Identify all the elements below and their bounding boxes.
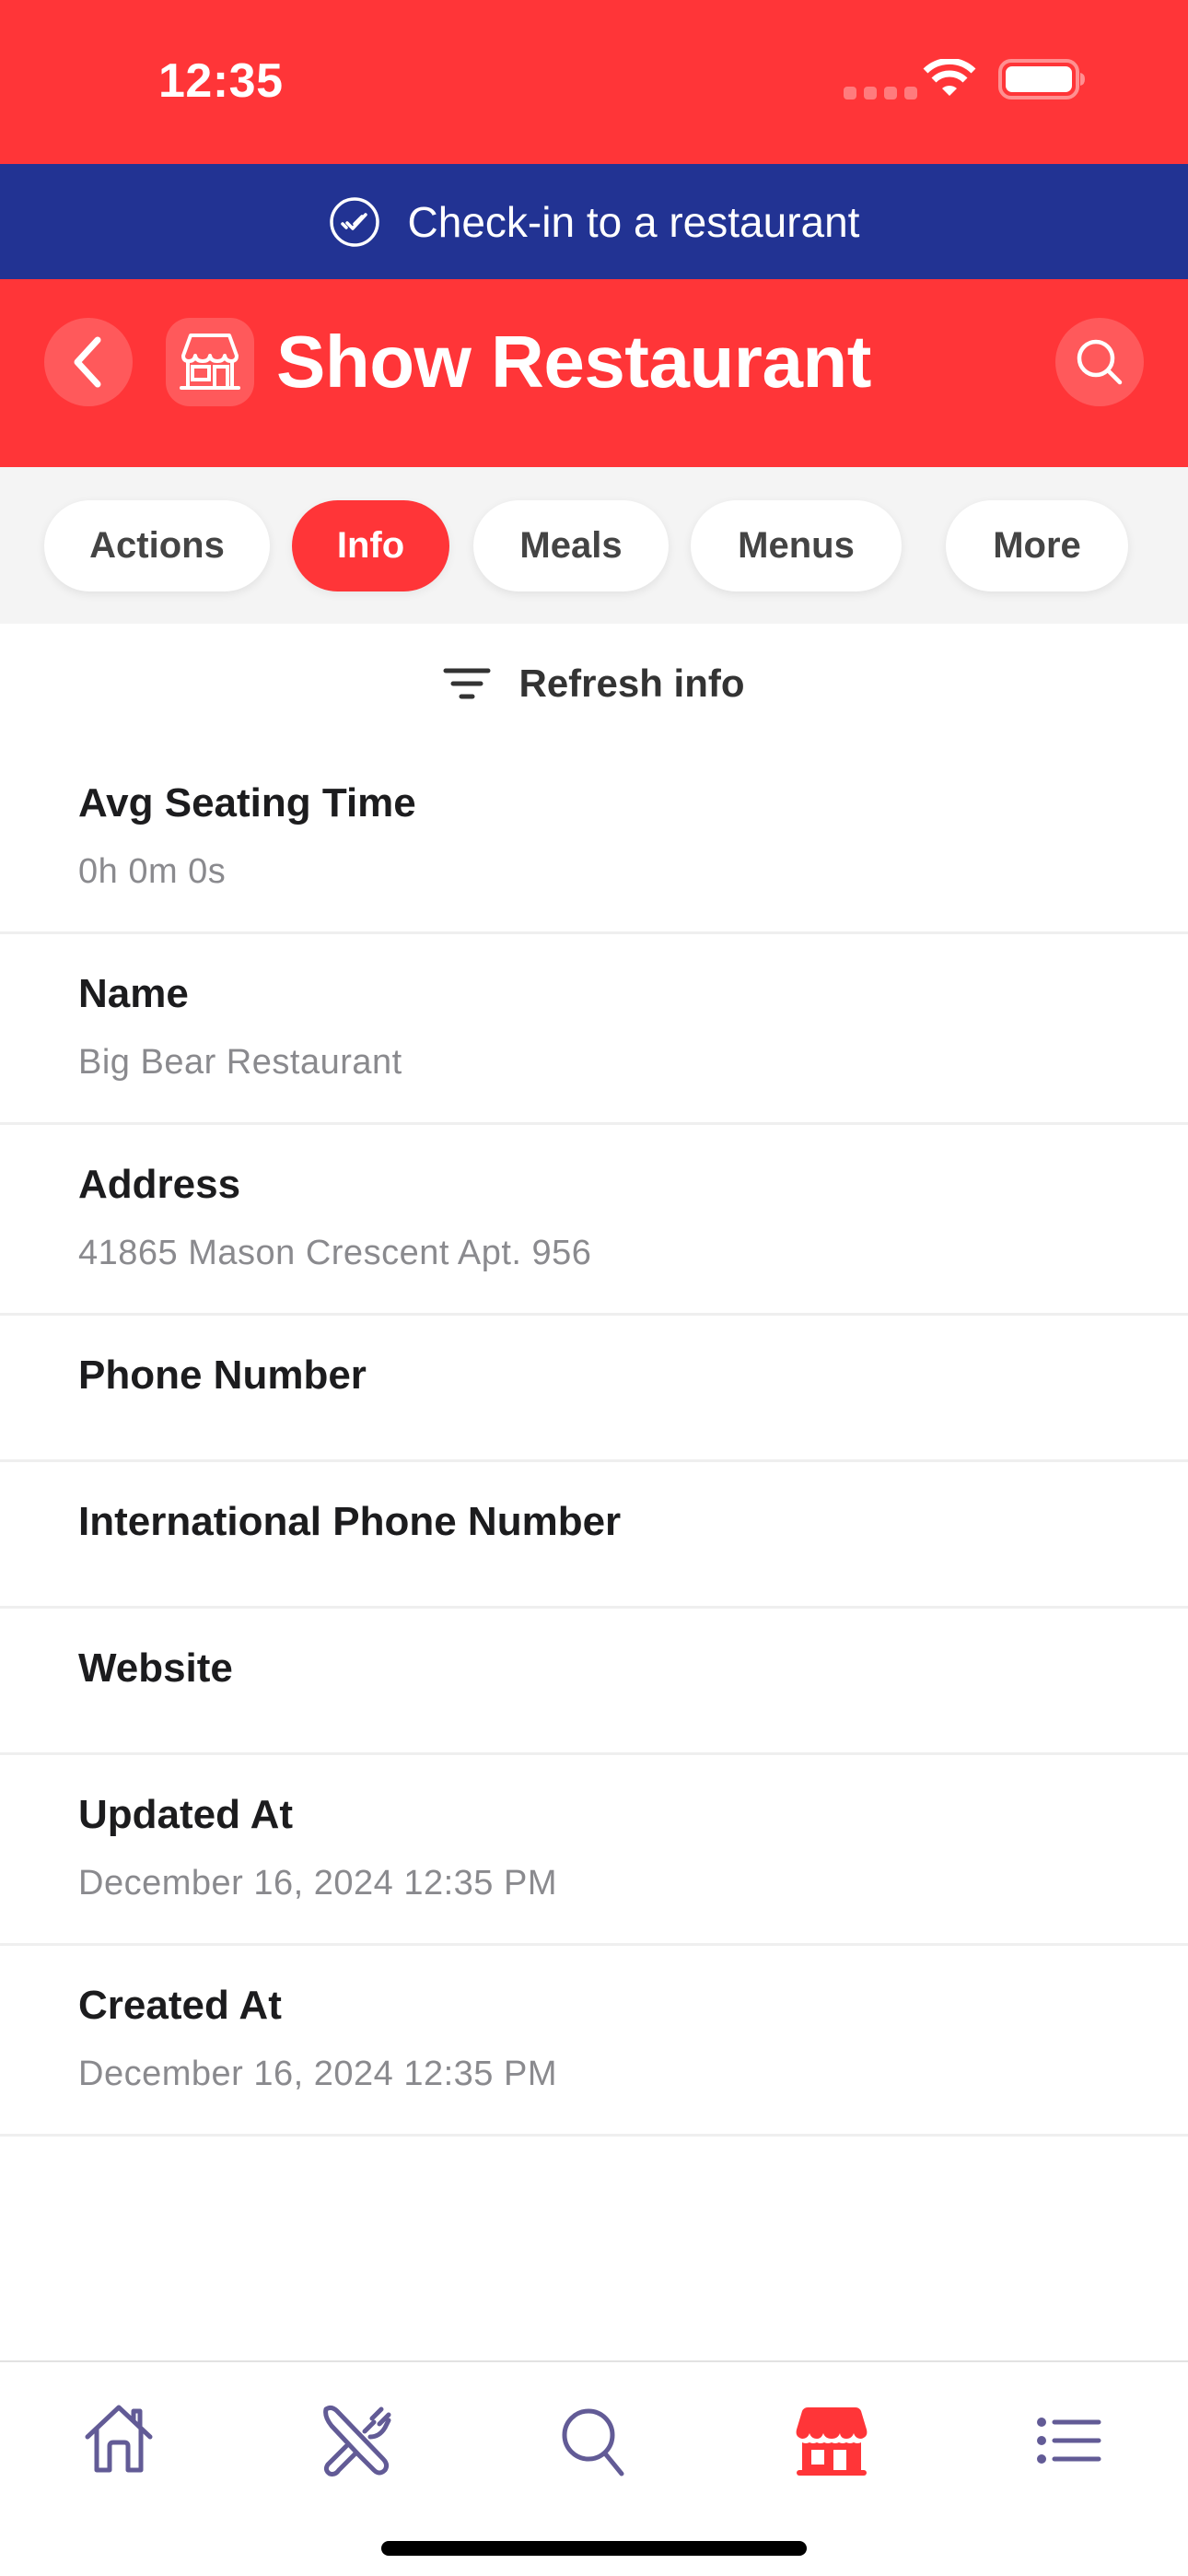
battery-icon	[998, 59, 1085, 100]
wifi-icon	[923, 59, 976, 96]
info-row-international-phone-number: International Phone Number	[0, 1462, 1188, 1609]
list-icon	[1037, 2418, 1101, 2464]
info-label: Website	[78, 1645, 233, 1691]
page-title: Show Restaurant	[276, 321, 871, 403]
info-row-avg-seating-time: Avg Seating Time 0h 0m 0s	[0, 744, 1188, 934]
bottom-tab-meals[interactable]	[296, 2390, 415, 2491]
info-label: Name	[78, 971, 189, 1016]
store-badge	[166, 318, 254, 406]
checkin-label: Check-in to a restaurant	[407, 197, 860, 246]
back-button[interactable]	[44, 318, 133, 406]
search-icon	[1077, 339, 1123, 385]
tab-meals[interactable]: Meals	[473, 500, 669, 591]
info-label: International Phone Number	[78, 1499, 622, 1544]
info-row-created-at: Created At December 16, 2024 12:35 PM	[0, 1946, 1188, 2137]
info-list: Avg Seating Time 0h 0m 0s Name Big Bear …	[0, 744, 1188, 2137]
status-time: 12:35	[158, 54, 284, 108]
info-value: Big Bear Restaurant	[78, 1043, 402, 1082]
refresh-info-label: Refresh info	[518, 662, 745, 705]
status-bar: 12:35	[0, 0, 1188, 164]
info-label: Created At	[78, 1983, 282, 2028]
header: Show Restaurant	[0, 279, 1188, 467]
bottom-tab-search[interactable]	[534, 2390, 654, 2491]
info-value: December 16, 2024 12:35 PM	[78, 2055, 557, 2093]
header-search-button[interactable]	[1055, 318, 1144, 406]
info-row-address: Address 41865 Mason Crescent Apt. 956	[0, 1125, 1188, 1316]
tab-strip: Actions Info Meals Menus More	[0, 467, 1188, 624]
fork-knife-icon	[323, 2405, 391, 2476]
refresh-info-button[interactable]: Refresh info	[0, 624, 1188, 744]
storefront-icon	[180, 334, 240, 390]
info-label: Phone Number	[78, 1352, 367, 1398]
tab-info[interactable]: Info	[292, 500, 449, 591]
info-label: Avg Seating Time	[78, 780, 416, 825]
info-value: 41865 Mason Crescent Apt. 956	[78, 1234, 592, 1272]
info-row-updated-at: Updated At December 16, 2024 12:35 PM	[0, 1755, 1188, 1946]
search-icon	[562, 2408, 624, 2476]
bottom-tab-home[interactable]	[59, 2390, 179, 2491]
info-label: Address	[78, 1162, 241, 1207]
info-row-phone-number: Phone Number	[0, 1316, 1188, 1462]
bottom-tab-restaurants[interactable]	[772, 2390, 891, 2491]
info-value: 0h 0m 0s	[78, 852, 227, 891]
storefront-icon	[796, 2407, 868, 2476]
tab-actions[interactable]: Actions	[44, 500, 270, 591]
home-indicator[interactable]	[381, 2541, 807, 2556]
checkin-banner[interactable]: Check-in to a restaurant	[0, 164, 1188, 279]
bottom-tab-list[interactable]	[1009, 2390, 1129, 2491]
cellular-signal-icon	[844, 87, 917, 100]
home-icon	[85, 2405, 153, 2473]
info-row-name: Name Big Bear Restaurant	[0, 934, 1188, 1125]
info-row-website: Website	[0, 1609, 1188, 1755]
info-label: Updated At	[78, 1792, 294, 1837]
check-circle-icon	[329, 196, 379, 247]
tab-more[interactable]: More	[946, 500, 1128, 591]
chevron-left-icon	[74, 336, 101, 388]
filter-icon	[443, 668, 491, 699]
tab-menus[interactable]: Menus	[691, 500, 902, 591]
info-value: December 16, 2024 12:35 PM	[78, 1864, 557, 1903]
